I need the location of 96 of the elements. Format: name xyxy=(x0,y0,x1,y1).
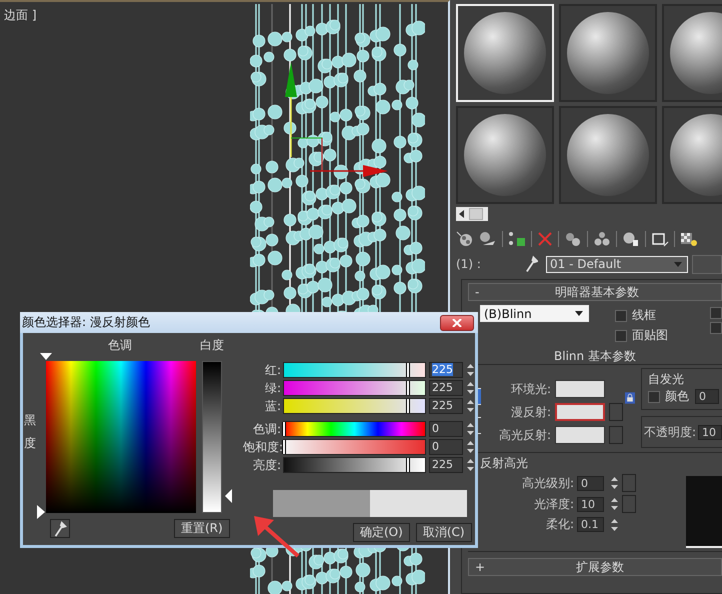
material-slot[interactable] xyxy=(559,4,657,102)
material-id-label: (1) : xyxy=(456,257,481,271)
scroll-left-icon[interactable] xyxy=(458,210,466,218)
spinner-icon[interactable] xyxy=(466,380,475,396)
rollout-header[interactable]: - 明暗器基本参数 xyxy=(468,283,722,301)
color-label: 环境光: xyxy=(510,380,551,398)
color-slider[interactable] xyxy=(283,380,426,396)
group-title: 反射高光 xyxy=(480,455,529,472)
field-label: 高光级别: xyxy=(520,474,574,492)
color-slider[interactable] xyxy=(283,362,426,378)
value-field[interactable]: 225 xyxy=(429,362,463,378)
opacity-label: 不透明度: xyxy=(644,424,696,440)
lock-icon[interactable] xyxy=(625,390,635,406)
spinner-icon[interactable] xyxy=(466,457,475,473)
spinner-icon[interactable] xyxy=(610,496,619,512)
reset-button[interactable]: 重置(R) xyxy=(174,519,230,538)
slider-label: 亮度: xyxy=(252,456,281,474)
blackness-label: 黑度 xyxy=(24,412,36,452)
checkbox[interactable]: 颜色 xyxy=(648,388,689,405)
checker-sphere-icon[interactable] xyxy=(456,231,474,247)
whiteness-pointer-icon[interactable] xyxy=(225,489,232,503)
number-field[interactable]: 0 xyxy=(577,476,604,490)
annotation-arrow xyxy=(252,514,300,558)
material-slot[interactable] xyxy=(456,106,554,204)
spinner-icon[interactable] xyxy=(466,439,475,455)
viewport-label: 边面 ] xyxy=(4,7,36,24)
group-title: 自发光 xyxy=(648,371,685,388)
color-swatch[interactable] xyxy=(555,380,605,398)
eyedropper-icon[interactable] xyxy=(524,255,538,273)
whiteness-label: 白度 xyxy=(200,337,224,353)
blackness-pointer-icon[interactable] xyxy=(37,505,45,519)
color-label: 漫反射: xyxy=(510,404,551,420)
hue-pointer-icon[interactable] xyxy=(40,353,52,360)
value-field[interactable]: 0 xyxy=(429,421,463,437)
slider-label: 饱和度: xyxy=(243,438,281,456)
sphere-plate-icon[interactable] xyxy=(479,231,497,247)
whiteness-bar[interactable] xyxy=(202,361,222,513)
checker-bulb-icon[interactable] xyxy=(680,231,698,247)
material-slot[interactable] xyxy=(559,106,657,204)
number-field[interactable]: 10 xyxy=(577,496,604,512)
caret-icon xyxy=(674,262,682,266)
value-field[interactable]: 0 xyxy=(429,439,463,455)
ok-button[interactable]: 确定(O) xyxy=(353,523,410,542)
spinner-icon[interactable] xyxy=(466,398,475,414)
sphere-cluster-icon[interactable] xyxy=(593,231,611,247)
checkbox[interactable]: 面贴图 xyxy=(615,327,668,344)
spinner-icon[interactable] xyxy=(466,421,475,437)
caret-icon xyxy=(575,311,583,316)
square-icon[interactable] xyxy=(651,231,669,247)
color-swatch[interactable] xyxy=(555,426,605,444)
shader-dropdown[interactable]: (B)Blinn xyxy=(480,305,589,322)
material-name-dropdown[interactable]: 01 - Default xyxy=(546,256,688,272)
spinner-icon[interactable] xyxy=(610,475,619,491)
color-slider[interactable] xyxy=(283,439,426,455)
slider-marker[interactable] xyxy=(282,440,286,454)
color-slider[interactable] xyxy=(283,457,426,473)
spheres-icon[interactable] xyxy=(564,231,582,247)
close-icon xyxy=(452,318,462,326)
dialog-title: 颜色选择器: 漫反射颜色 xyxy=(22,314,150,331)
number-field[interactable]: 10 xyxy=(698,424,722,440)
field-label: 光泽度: xyxy=(532,496,574,512)
slider-marker[interactable] xyxy=(282,422,286,436)
value-field[interactable]: 225 xyxy=(429,398,463,414)
highlight-curve-graph xyxy=(686,476,722,548)
rollout-header[interactable]: + 扩展参数 xyxy=(468,558,722,576)
checkbox[interactable] xyxy=(710,307,722,319)
number-field[interactable]: 0 xyxy=(694,389,719,404)
slider-label: 绿: xyxy=(264,380,281,396)
checkbox[interactable]: 线框 xyxy=(615,307,668,324)
slider-marker[interactable] xyxy=(406,458,410,472)
value-field[interactable]: 225 xyxy=(429,380,463,396)
node-cube-icon[interactable] xyxy=(508,231,526,247)
spinner-icon[interactable] xyxy=(610,516,619,532)
slider-label: 色调: xyxy=(252,420,281,438)
eyedropper-icon xyxy=(53,520,67,536)
cancel-button[interactable]: 取消(C) xyxy=(416,523,472,542)
slider-marker[interactable] xyxy=(406,399,410,413)
number-field[interactable]: 0.1 xyxy=(577,517,604,532)
color-slider[interactable] xyxy=(283,421,426,437)
color-slider[interactable] xyxy=(283,398,426,414)
sphere-cursor-icon[interactable] xyxy=(622,231,640,247)
color-label: 高光反射: xyxy=(498,426,551,444)
eyedropper-button[interactable] xyxy=(50,519,70,538)
spinner-icon[interactable] xyxy=(466,362,475,378)
field-label: 柔化: xyxy=(544,516,574,533)
slider-marker[interactable] xyxy=(406,381,410,395)
scrollbar-thumb[interactable] xyxy=(469,208,483,220)
value-field[interactable]: 225 xyxy=(429,457,463,473)
slider-label: 红: xyxy=(264,362,281,378)
color-swatch[interactable] xyxy=(555,403,605,421)
close-button[interactable] xyxy=(440,314,474,330)
hue-gradient-box[interactable] xyxy=(46,361,196,513)
slider-label: 蓝: xyxy=(264,398,281,414)
slider-marker[interactable] xyxy=(406,363,410,377)
checkbox[interactable] xyxy=(710,322,722,334)
hue-label: 色调 xyxy=(108,337,132,353)
